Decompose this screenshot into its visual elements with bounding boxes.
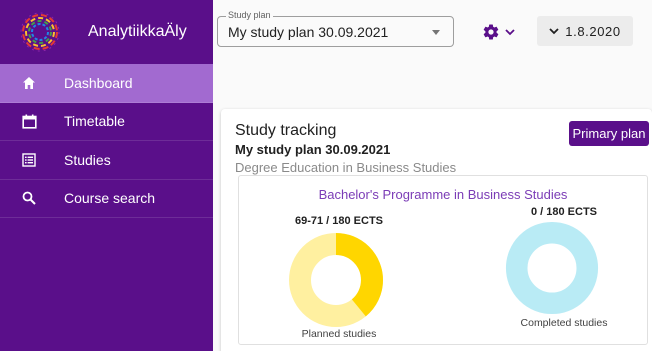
sidebar-item-dashboard[interactable]: Dashboard xyxy=(0,64,213,103)
completed-donut-track xyxy=(505,221,599,315)
sidebar-item-label: Dashboard xyxy=(64,74,133,91)
sidebar-item-label: Studies xyxy=(64,151,111,168)
planned-caption: Planned studies xyxy=(301,328,377,340)
chevron-down-icon xyxy=(504,29,515,36)
planned-donut-chart xyxy=(289,233,383,327)
card-title: Study tracking xyxy=(235,122,337,139)
study-plan-select[interactable]: Study plan My study plan 30.09.2021 xyxy=(217,10,454,47)
planned-ects: 69-71 / 180 ECTS xyxy=(294,215,384,227)
study-plan-label: Study plan xyxy=(226,10,273,20)
version-button[interactable]: 1.8.2020 xyxy=(537,16,633,46)
primary-plan-button[interactable]: Primary plan xyxy=(569,121,649,146)
sidebar: AnalytiikkaÄly Dashboard Timetable Studi… xyxy=(0,0,213,351)
top-bar: Study plan My study plan 30.09.2021 1.8.… xyxy=(213,0,652,64)
study-tracking-card: Study tracking My study plan 30.09.2021 … xyxy=(221,109,652,351)
sidebar-item-label: Timetable xyxy=(64,113,125,130)
dropdown-arrow-icon xyxy=(432,30,440,35)
main-content: Study tracking My study plan 30.09.2021 … xyxy=(213,64,652,351)
sidebar-item-label: Course search xyxy=(64,190,156,207)
programme-box: Bachelor's Programme in Business Studies… xyxy=(238,175,648,345)
chevron-down-icon xyxy=(549,28,559,35)
search-icon xyxy=(21,190,37,206)
plan-name: My study plan 30.09.2021 xyxy=(235,142,391,157)
study-plan-value: My study plan 30.09.2021 xyxy=(228,24,389,40)
programme-title[interactable]: Bachelor's Programme in Business Studies xyxy=(239,187,647,202)
gear-icon xyxy=(483,24,498,40)
app-logo-icon xyxy=(20,12,60,52)
completed-donut-chart xyxy=(505,221,599,315)
app-name: AnalytiikkaÄly xyxy=(88,23,187,40)
completed-ects: 0 / 180 ECTS xyxy=(530,206,598,218)
home-icon xyxy=(21,75,37,91)
sidebar-item-studies[interactable]: Studies xyxy=(0,141,213,180)
degree-name: Degree Education in Business Studies xyxy=(235,160,457,175)
calendar-icon xyxy=(21,113,37,129)
list-icon xyxy=(21,152,37,168)
settings-menu-button[interactable] xyxy=(475,18,521,46)
brand[interactable]: AnalytiikkaÄly xyxy=(0,0,213,64)
completed-caption: Completed studies xyxy=(520,317,608,329)
sidebar-item-course-search[interactable]: Course search xyxy=(0,180,213,218)
sidebar-item-timetable[interactable]: Timetable xyxy=(0,103,213,141)
version-label: 1.8.2020 xyxy=(565,23,621,39)
